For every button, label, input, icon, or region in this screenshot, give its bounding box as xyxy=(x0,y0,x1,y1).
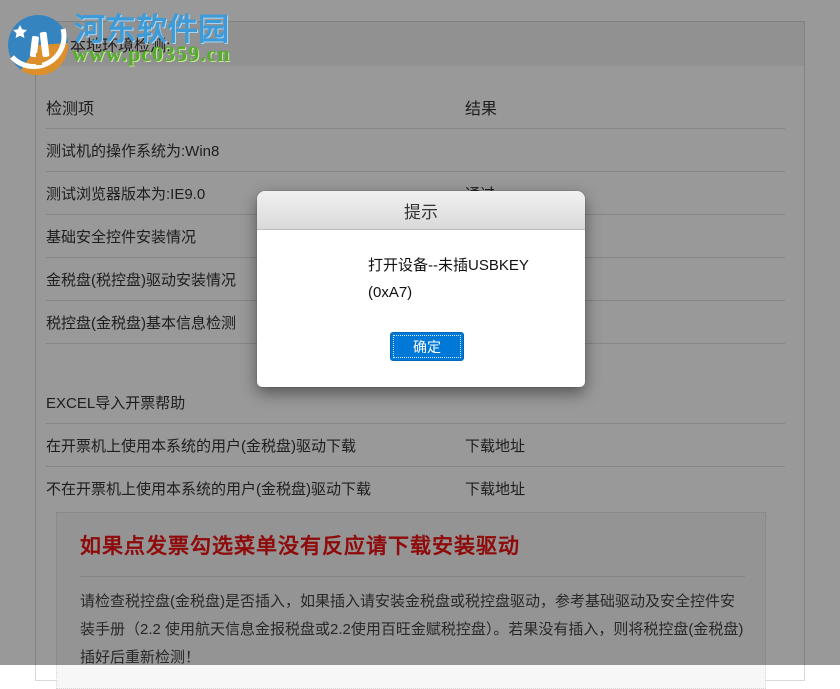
dialog-message: 打开设备--未插USBKEY (0xA7) xyxy=(368,252,529,306)
dialog-message-line2: (0xA7) xyxy=(368,279,529,306)
ok-button[interactable]: 确定 xyxy=(390,332,464,361)
dialog-message-line1: 打开设备--未插USBKEY xyxy=(368,252,529,279)
alert-dialog: 提示 打开设备--未插USBKEY (0xA7) 确定 xyxy=(257,191,585,387)
site-logo-icon xyxy=(8,15,68,75)
site-url-watermark: www.pc0359.cn xyxy=(72,41,230,67)
dialog-titlebar: 提示 xyxy=(257,191,585,230)
dialog-title: 提示 xyxy=(404,198,438,223)
